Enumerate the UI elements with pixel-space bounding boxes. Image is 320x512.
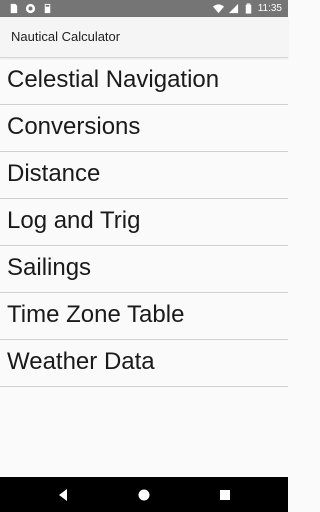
menu-item-label: Sailings — [7, 254, 92, 281]
menu-item-log-and-trig[interactable]: Log and Trig — [0, 199, 288, 246]
status-left-icons — [8, 3, 53, 14]
menu-item-label: Time Zone Table — [7, 301, 185, 328]
home-icon[interactable] — [134, 485, 154, 505]
menu-item-label: Distance — [7, 160, 101, 187]
signal-icon — [228, 3, 238, 14]
battery-icon — [245, 3, 251, 14]
status-time: 11:35 — [257, 3, 282, 14]
app-bar: Nautical Calculator — [0, 17, 288, 58]
app-title: Nautical Calculator — [11, 29, 121, 44]
menu-item-time-zone-table[interactable]: Time Zone Table — [0, 293, 288, 340]
sd-card-icon — [44, 3, 51, 14]
wifi-icon — [212, 4, 224, 14]
menu-item-distance[interactable]: Distance — [0, 152, 288, 199]
screen: 11:35 Nautical Calculator Celestial Navi… — [0, 0, 288, 512]
menu-item-conversions[interactable]: Conversions — [0, 105, 288, 152]
sync-icon — [25, 3, 36, 14]
menu-item-label: Weather Data — [7, 348, 155, 375]
menu-item-label: Log and Trig — [7, 207, 141, 234]
sim-card-icon — [10, 3, 18, 14]
menu-item-label: Conversions — [7, 113, 141, 140]
recents-icon[interactable] — [215, 485, 235, 505]
menu-item-celestial-navigation[interactable]: Celestial Navigation — [0, 58, 288, 105]
status-right-icons: 11:35 — [212, 2, 282, 15]
menu-item-weather-data[interactable]: Weather Data — [0, 340, 288, 387]
menu-item-label: Celestial Navigation — [7, 66, 220, 93]
status-bar: 11:35 — [0, 0, 288, 17]
back-icon[interactable] — [53, 485, 73, 505]
menu-list: Celestial Navigation Conversions Distanc… — [0, 58, 288, 387]
menu-item-sailings[interactable]: Sailings — [0, 246, 288, 293]
navigation-bar — [0, 477, 288, 512]
